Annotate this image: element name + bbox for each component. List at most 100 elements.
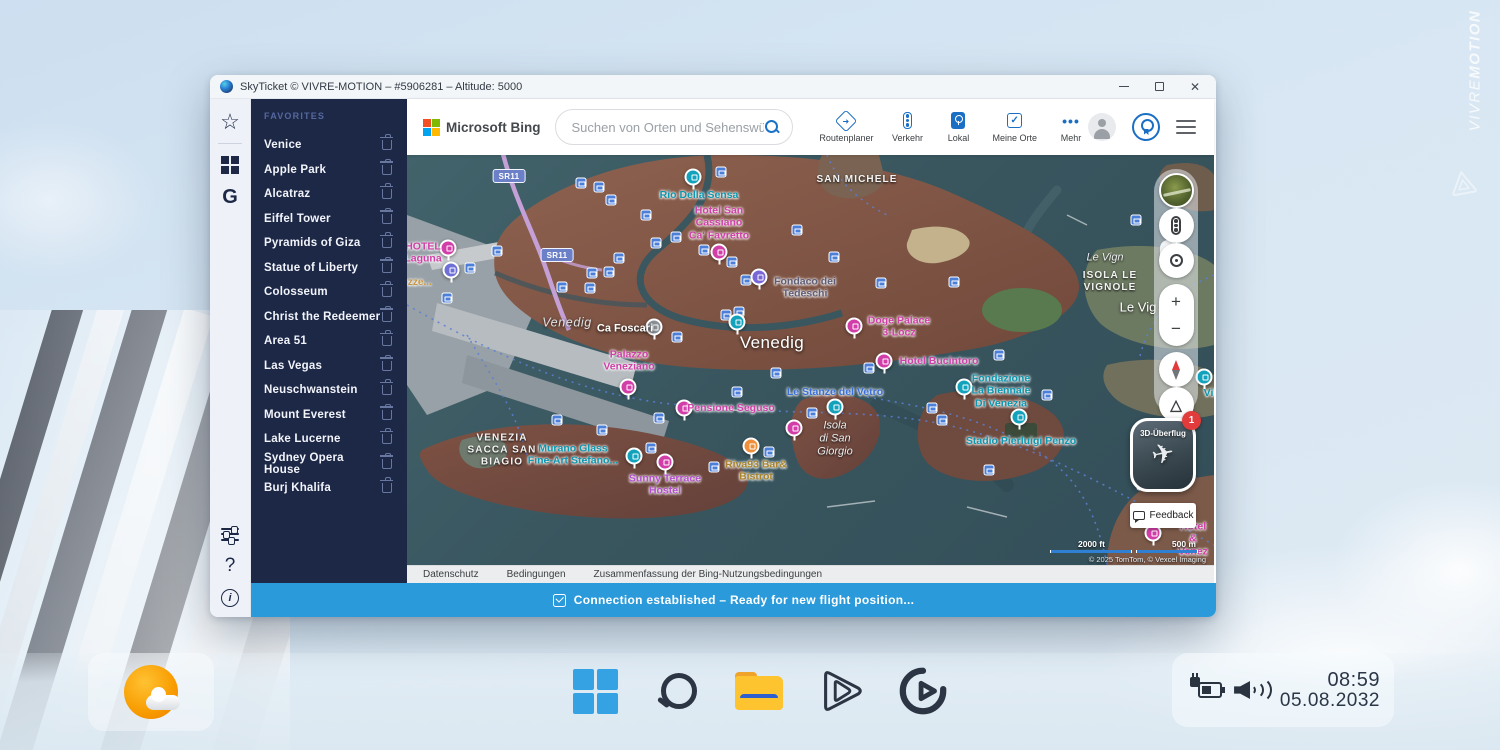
trash-icon[interactable] <box>382 385 392 395</box>
transit-stop-icon[interactable] <box>994 350 1005 361</box>
favorite-item[interactable]: Pyramids of Giza <box>264 231 407 256</box>
traffic-button[interactable] <box>1159 208 1194 243</box>
titlebar[interactable]: SkyTicket © VIVRE-MOTION – #5906281 – Al… <box>210 75 1216 99</box>
bed-map-pin[interactable] <box>711 244 728 261</box>
bing-maps-icon[interactable] <box>217 152 243 178</box>
map-label[interactable]: Fondazione La Biennale Di Venezia <box>972 372 1031 409</box>
file-explorer-button[interactable] <box>734 663 784 719</box>
favorite-item[interactable]: Colosseum <box>264 280 407 305</box>
bed-map-pin[interactable] <box>846 318 863 335</box>
favorite-item[interactable]: Mount Everest <box>264 403 407 428</box>
favorite-item[interactable]: Eiffel Tower <box>264 207 407 232</box>
bed-map-pin[interactable] <box>876 353 893 370</box>
map-label[interactable]: ezze... <box>407 277 432 289</box>
info-icon[interactable]: i <box>217 585 243 611</box>
bing-nav-lokal[interactable]: Lokal <box>941 112 975 143</box>
trash-icon[interactable] <box>382 238 392 248</box>
favorite-item[interactable]: Neuschwanstein <box>264 378 407 403</box>
bed-map-pin[interactable] <box>657 454 674 471</box>
trash-icon[interactable] <box>382 165 392 175</box>
settings-sliders-icon[interactable] <box>217 521 243 547</box>
weather-widget[interactable] <box>88 653 214 731</box>
museum-map-pin[interactable] <box>956 379 973 396</box>
trash-icon[interactable] <box>382 459 392 469</box>
camera-map-pin[interactable] <box>685 169 702 186</box>
taskbar-clock[interactable]: 08:59 05.08.2032 <box>1280 669 1380 712</box>
favorite-item[interactable]: Statue of Liberty <box>264 256 407 281</box>
favorite-item[interactable]: Alcatraz <box>264 182 407 207</box>
zoom-in-button[interactable]: + <box>1171 293 1181 310</box>
transit-stop-icon[interactable] <box>604 267 615 278</box>
map-style-button[interactable] <box>1159 173 1194 208</box>
transit-stop-icon[interactable] <box>557 282 568 293</box>
transit-stop-icon[interactable] <box>709 462 720 473</box>
transit-stop-icon[interactable] <box>465 263 476 274</box>
favorite-item[interactable]: Las Vegas <box>264 354 407 379</box>
transit-stop-icon[interactable] <box>576 178 587 189</box>
trash-icon[interactable] <box>382 336 392 346</box>
map-label[interactable]: Fondaco dei Tedeschi <box>774 276 836 301</box>
transit-stop-icon[interactable] <box>606 195 617 206</box>
transit-stop-icon[interactable] <box>864 363 875 374</box>
minimize-button[interactable] <box>1119 86 1129 88</box>
map-label[interactable]: Venedig <box>542 316 592 331</box>
transit-stop-icon[interactable] <box>641 210 652 221</box>
search-icon[interactable] <box>764 119 780 135</box>
avatar[interactable] <box>1088 113 1116 141</box>
map-label[interactable]: Hotel San Cassiano Ca' Favretto <box>689 204 749 241</box>
bing-nav-verkehr[interactable]: Verkehr <box>890 112 924 143</box>
transit-stop-icon[interactable] <box>585 283 596 294</box>
map-search-box[interactable] <box>555 109 794 145</box>
map-label[interactable]: Vil <box>1204 387 1214 399</box>
map-label[interactable]: Venedig <box>740 333 804 353</box>
trash-icon[interactable] <box>382 287 392 297</box>
map-label[interactable]: Isola di San Giorgio <box>817 420 852 459</box>
map-label[interactable]: Le Stanze del Vetro <box>787 386 883 398</box>
start-button[interactable] <box>570 663 620 719</box>
transit-stop-icon[interactable] <box>671 232 682 243</box>
volume-icon[interactable] <box>1234 678 1266 702</box>
transit-stop-icon[interactable] <box>984 465 995 476</box>
map-label[interactable]: VENEZIA SACCA SAN BIAGIO <box>468 432 537 467</box>
favorite-item[interactable]: Christ the Redeemer <box>264 305 407 330</box>
trash-icon[interactable] <box>382 361 392 371</box>
trash-icon[interactable] <box>382 434 392 444</box>
favorite-item[interactable]: Burj Khalifa <box>264 476 407 501</box>
map-label[interactable]: HOTEL Laguna <box>407 241 442 266</box>
map-label[interactable]: Pensione Seguso <box>687 402 775 414</box>
transit-stop-icon[interactable] <box>927 403 938 414</box>
taskbar-search-button[interactable] <box>652 663 702 719</box>
map-canvas[interactable]: SAN MICHELEISOLA LE VIGNOLEVENEZIA SACCA… <box>407 155 1214 565</box>
rewards-icon[interactable] <box>1132 113 1160 141</box>
footer-link[interactable]: Datenschutz <box>423 569 479 580</box>
trash-icon[interactable] <box>382 140 392 150</box>
map-label[interactable]: Ca Foscari <box>597 323 653 336</box>
trash-icon[interactable] <box>382 312 392 322</box>
map-label[interactable]: Stadio Pierluigi Penzo <box>966 435 1076 447</box>
transit-stop-icon[interactable] <box>764 447 775 458</box>
transit-stop-icon[interactable] <box>771 368 782 379</box>
transit-stop-icon[interactable] <box>699 245 710 256</box>
game-app-button[interactable] <box>898 663 948 719</box>
transit-stop-icon[interactable] <box>807 408 818 419</box>
3d-overflight-button[interactable]: 3D-Überflug ✈ 1 <box>1130 418 1196 492</box>
map-label[interactable]: SAN MICHELE <box>817 174 898 186</box>
map-label[interactable]: Sunny Terrace Hostel <box>629 473 701 498</box>
transit-stop-icon[interactable] <box>492 246 503 257</box>
camera-map-pin[interactable] <box>626 448 643 465</box>
map-label[interactable]: Palazzo Veneziano <box>603 349 654 374</box>
maximize-button[interactable] <box>1155 82 1164 91</box>
feedback-button[interactable]: Feedback <box>1130 503 1196 528</box>
bing-nav-routenplaner[interactable]: Routenplaner <box>819 112 873 143</box>
close-button[interactable]: ✕ <box>1190 81 1200 93</box>
transit-stop-icon[interactable] <box>1131 215 1142 226</box>
favorite-item[interactable]: Sydney Opera House <box>264 452 407 477</box>
transit-stop-icon[interactable] <box>654 413 665 424</box>
favorite-item[interactable]: Area 51 <box>264 329 407 354</box>
trash-icon[interactable] <box>382 189 392 199</box>
battery-charging-icon[interactable] <box>1190 679 1220 701</box>
transit-stop-icon[interactable] <box>829 252 840 263</box>
transit-stop-icon[interactable] <box>876 278 887 289</box>
museum-map-pin[interactable] <box>827 399 844 416</box>
transit-stop-icon[interactable] <box>672 332 683 343</box>
